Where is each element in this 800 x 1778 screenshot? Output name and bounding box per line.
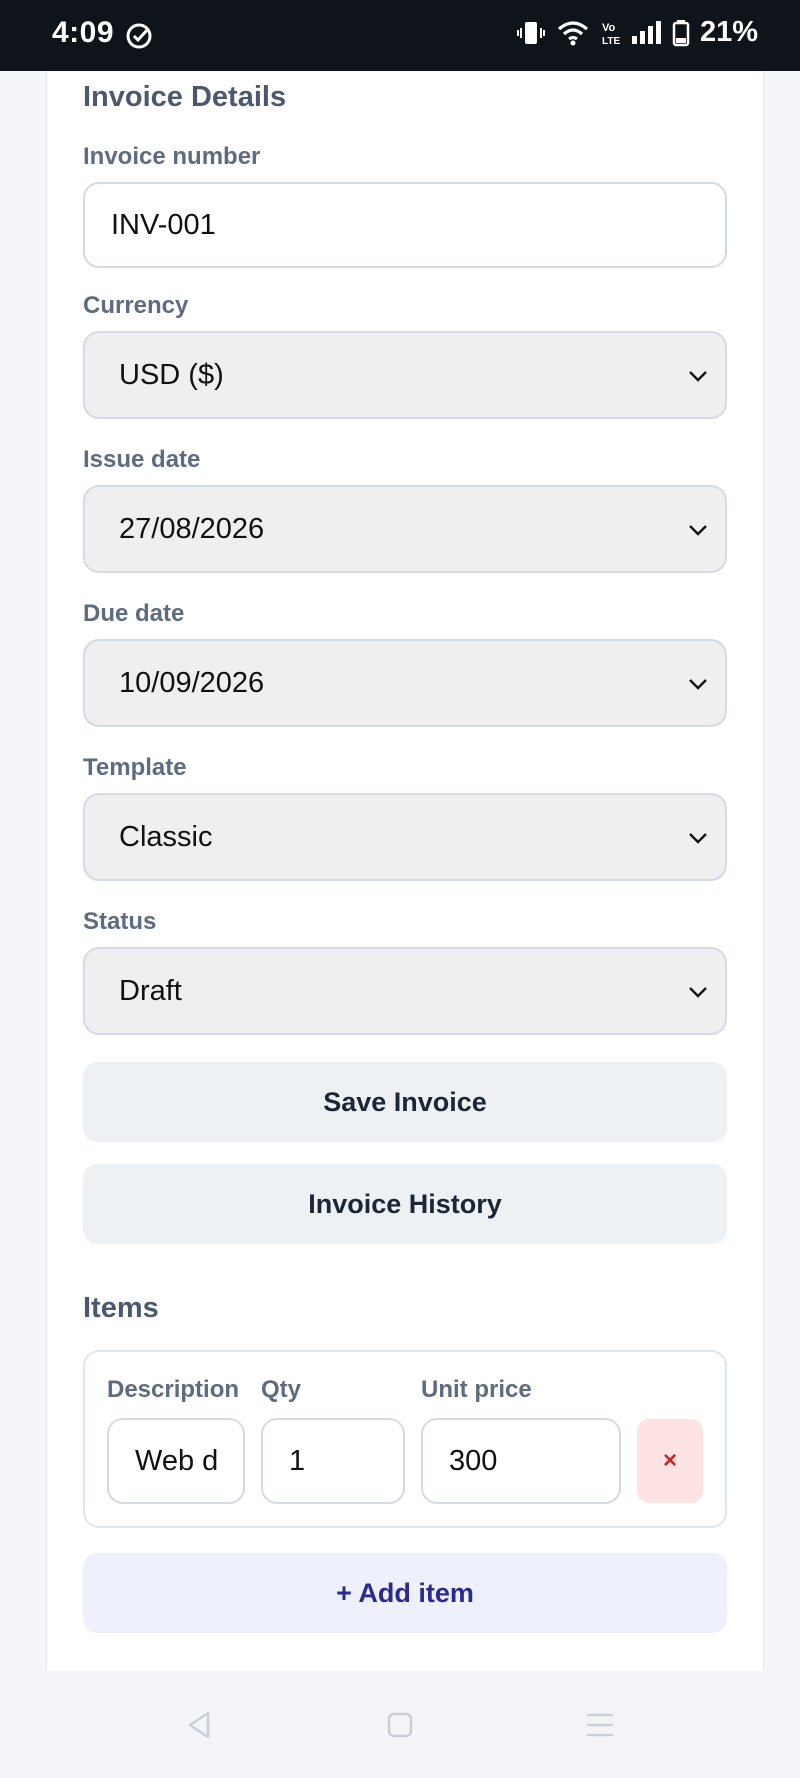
column-unit-price: Unit price	[421, 1376, 532, 1403]
status-icons: Vo LTE 21%	[516, 16, 758, 49]
system-nav-bar	[0, 1671, 800, 1778]
status-bar: 4:09 Vo LTE 21%	[0, 0, 800, 71]
invoice-number-input[interactable]: INV-001	[83, 182, 727, 268]
invoice-number-value: INV-001	[111, 208, 216, 241]
invoice-history-button[interactable]: Invoice History	[83, 1164, 727, 1244]
status-label: Status	[83, 908, 157, 935]
issue-date-label: Issue date	[83, 446, 201, 473]
due-date-select[interactable]: 10/09/2026	[83, 639, 727, 727]
due-date-label: Due date	[83, 600, 185, 627]
invoice-details-title: Invoice Details	[83, 81, 287, 113]
template-select[interactable]: Classic	[83, 793, 727, 881]
item-qty-input[interactable]: 1	[261, 1418, 405, 1504]
chevron-down-icon	[689, 371, 707, 382]
due-date-value: 10/09/2026	[119, 666, 265, 699]
svg-text:LTE: LTE	[602, 36, 620, 47]
item-unit-price-value: 300	[449, 1444, 498, 1477]
item-description-value: Web d	[135, 1444, 219, 1477]
status-value: Draft	[119, 974, 182, 1007]
currency-value: USD ($)	[119, 358, 224, 391]
close-icon: ×	[662, 1447, 677, 1474]
column-description: Description	[107, 1376, 240, 1403]
issue-date-select[interactable]: 27/08/2026	[83, 485, 727, 573]
chevron-down-icon	[689, 833, 707, 844]
vibrate-icon	[516, 18, 546, 48]
column-qty: Qty	[261, 1376, 302, 1403]
check-circle-icon	[124, 21, 154, 51]
currency-select[interactable]: USD ($)	[83, 331, 727, 419]
issue-date-value: 27/08/2026	[119, 512, 265, 545]
currency-label: Currency	[83, 292, 189, 319]
save-invoice-button[interactable]: Save Invoice	[83, 1062, 727, 1142]
battery-percent: 21%	[699, 16, 758, 48]
invoice-number-label: Invoice number	[83, 143, 261, 170]
items-title: Items	[83, 1292, 159, 1324]
item-unit-price-input[interactable]: 300	[421, 1418, 621, 1504]
signal-icon	[630, 18, 662, 48]
recent-apps-icon[interactable]	[580, 1705, 620, 1745]
status-select[interactable]: Draft	[83, 947, 727, 1035]
volte-icon: Vo LTE	[600, 18, 620, 48]
svg-text:Vo: Vo	[602, 22, 616, 34]
remove-item-button[interactable]: ×	[637, 1419, 703, 1503]
item-description-input[interactable]: Web d	[107, 1418, 245, 1504]
item-row-card: Description Qty Unit price Web d 1 300 ×	[83, 1350, 727, 1528]
template-value: Classic	[119, 820, 213, 853]
chevron-down-icon	[689, 679, 707, 690]
home-icon[interactable]	[380, 1705, 420, 1745]
wifi-icon	[556, 18, 590, 48]
add-item-button[interactable]: + Add item	[83, 1553, 727, 1633]
back-icon[interactable]	[180, 1705, 220, 1745]
battery-icon	[672, 18, 690, 48]
item-qty-value: 1	[289, 1444, 306, 1477]
chevron-down-icon	[689, 525, 707, 536]
template-label: Template	[83, 754, 187, 781]
status-time: 4:09	[52, 16, 115, 49]
chevron-down-icon	[689, 987, 707, 998]
invoice-card: Invoice Details Invoice number INV-001 C…	[46, 71, 764, 1671]
